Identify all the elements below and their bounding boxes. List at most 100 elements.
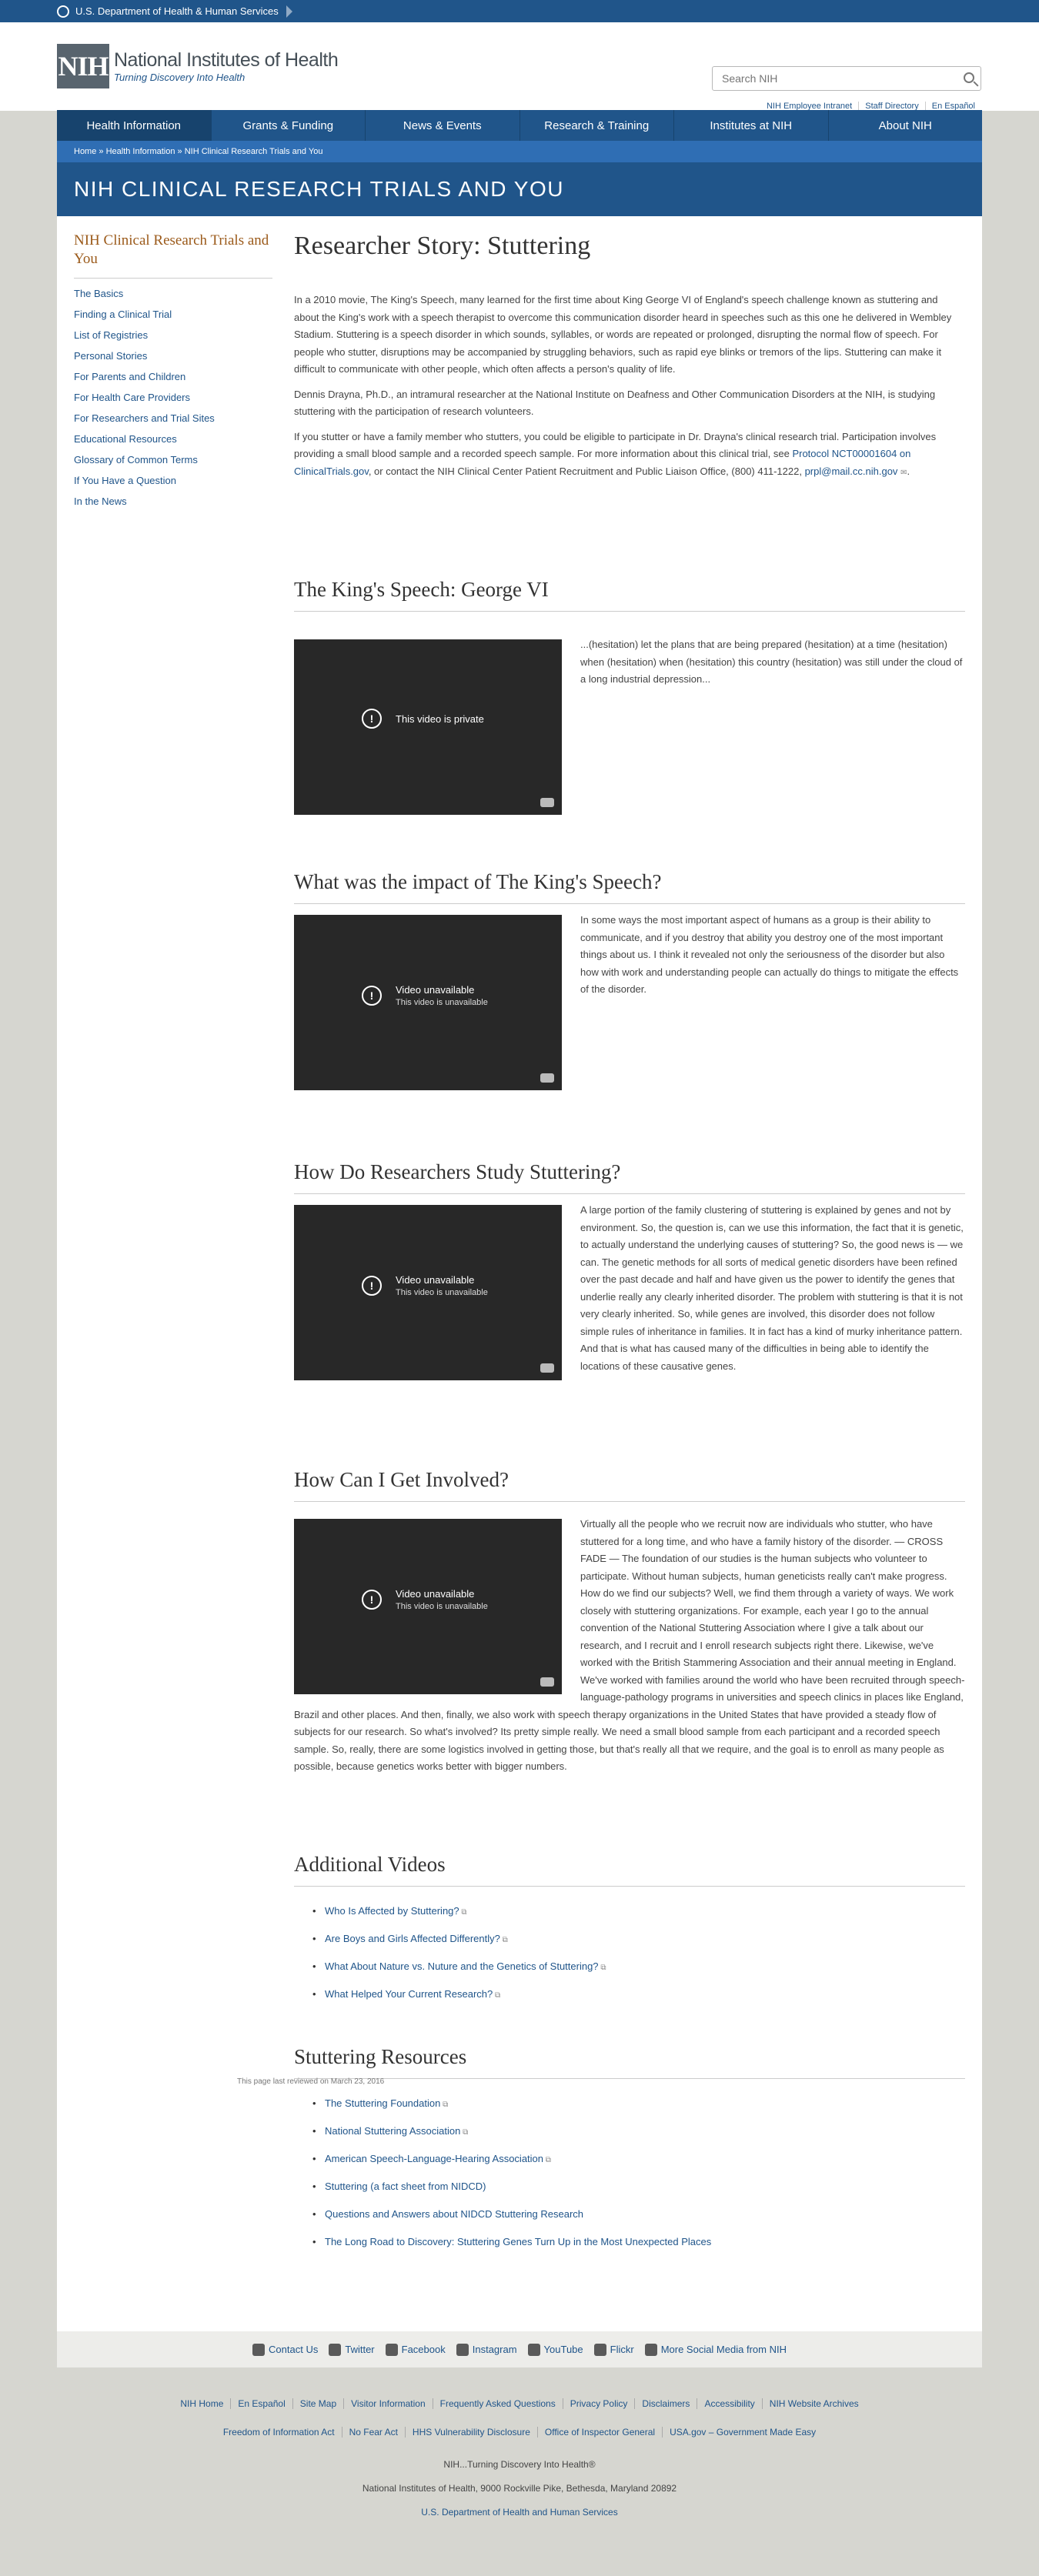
footer-link[interactable]: Site Map [292,2398,343,2409]
section-impact: What was the impact of The King's Speech… [294,870,965,1090]
social-contact[interactable]: Contact Us [252,2343,318,2356]
footer-address: National Institutes of Health, 9000 Rock… [362,2483,677,2494]
site-footer: NIH Home En Español Site Map Visitor Inf… [0,2367,1039,2576]
youtube-icon[interactable] [540,1073,554,1083]
nav-news-events[interactable]: News & Events [366,110,520,141]
nav-grants-funding[interactable]: Grants & Funding [212,110,366,141]
video-link[interactable]: Are Boys and Girls Affected Differently? [325,1933,500,1944]
external-link-icon: ⧉ [493,1991,501,2000]
footer-hhs: U.S. Department of Health and Human Serv… [0,2507,1039,2518]
list-item: What Helped Your Current Research? ⧉ [312,1988,965,2016]
resource-link[interactable]: Stuttering (a fact sheet from NIDCD) [325,2181,486,2192]
footer-link[interactable]: USA.gov – Government Made Easy [662,2427,823,2438]
alert-icon: ! [362,1276,382,1296]
youtube-icon[interactable] [540,798,554,807]
alert-icon: ! [362,986,382,1006]
sidebar-item-health-care-providers[interactable]: For Health Care Providers [74,392,272,403]
sidebar-item-question[interactable]: If You Have a Question [74,475,272,486]
video-status: Video unavailable [396,1588,475,1600]
youtube-icon[interactable] [540,1677,554,1687]
hhs-top-bar[interactable]: U.S. Department of Health & Human Servic… [0,0,1039,22]
external-link-icon: ⧉ [499,1936,508,1944]
video-link[interactable]: What About Nature vs. Nuture and the Gen… [325,1960,599,1972]
social-more[interactable]: More Social Media from NIH [644,2343,787,2356]
video-status: This video is private [396,712,484,725]
footer-link[interactable]: Frequently Asked Questions [432,2398,563,2409]
page-banner: NIH CLINICAL RESEARCH TRIALS AND YOU [57,162,982,216]
sidebar-item-glossary[interactable]: Glossary of Common Terms [74,454,272,465]
search-icon[interactable] [964,72,974,83]
sidebar-item-parents-children[interactable]: For Parents and Children [74,371,272,382]
resource-link[interactable]: Questions and Answers about NIDCD Stutte… [325,2208,583,2220]
nih-logo[interactable]: NIH National Institutes of Health Turnin… [57,44,339,88]
hhs-link[interactable]: U.S. Department of Health and Human Serv… [421,2507,617,2518]
breadcrumb-health-information[interactable]: Health Information [106,147,175,156]
search-input[interactable] [713,67,944,90]
site-header: NIH National Institutes of Health Turnin… [0,22,1039,111]
search-box [712,66,981,91]
video-player[interactable]: ! Video unavailable This video is unavai… [294,1519,562,1694]
footer-link[interactable]: Accessibility [697,2398,761,2409]
intro-paragraph-1: In a 2010 movie, The King's Speech, many… [294,294,952,375]
resource-link[interactable]: The Long Road to Discovery: Stuttering G… [325,2236,711,2247]
resource-link[interactable]: The Stuttering Foundation [325,2097,440,2109]
sidebar-item-news[interactable]: In the News [74,496,272,507]
nav-institutes[interactable]: Institutes at NIH [674,110,829,141]
footer-link[interactable]: Visitor Information [343,2398,433,2409]
instagram-icon [456,2343,469,2356]
content-area: NIH Clinical Research Trials and You The… [57,216,982,2331]
footer-link[interactable]: Privacy Policy [562,2398,635,2409]
resource-link[interactable]: American Speech-Language-Hearing Associa… [325,2153,543,2164]
social-flickr[interactable]: Flickr [593,2343,634,2356]
social-facebook[interactable]: Facebook [385,2343,446,2356]
sidebar-item-registries[interactable]: List of Registries [74,329,272,341]
footer-link[interactable]: Freedom of Information Act [216,2427,342,2438]
section-kings-speech: The King's Speech: George VI ! This vide… [294,578,965,815]
social-youtube[interactable]: YouTube [527,2343,583,2356]
footer-link[interactable]: HHS Vulnerability Disclosure [404,2427,537,2438]
video-link-list: Who Is Affected by Stuttering? ⧉ Are Boy… [312,1905,965,2016]
sidebar-title: NIH Clinical Research Trials and You [74,232,272,279]
breadcrumb-current: NIH Clinical Research Trials and You [184,147,323,156]
hhs-label: U.S. Department of Health & Human Servic… [75,5,279,17]
footer-link[interactable]: En Español [230,2398,292,2409]
video-link[interactable]: What Helped Your Current Research? [325,1988,493,2000]
social-instagram[interactable]: Instagram [456,2343,517,2356]
video-player[interactable]: ! Video unavailable This video is unavai… [294,915,562,1090]
list-item: Questions and Answers about NIDCD Stutte… [312,2208,965,2236]
footer-link[interactable]: NIH Website Archives [761,2398,866,2409]
sidebar-item-personal-stories[interactable]: Personal Stories [74,350,272,362]
list-item: The Long Road to Discovery: Stuttering G… [312,2236,965,2264]
social-media-icon [644,2343,657,2356]
video-player[interactable]: ! This video is private [294,639,562,815]
sidebar-item-basics[interactable]: The Basics [74,288,272,299]
footer-link[interactable]: No Fear Act [341,2427,405,2438]
nav-health-information[interactable]: Health Information [57,110,212,141]
additional-videos: Additional Videos Who Is Affected by Stu… [294,1853,965,2016]
video-link[interactable]: Who Is Affected by Stuttering? [325,1905,459,1917]
nav-about[interactable]: About NIH [829,110,983,141]
video-substatus: This video is unavailable [396,1602,488,1611]
nav-research-training[interactable]: Research & Training [520,110,674,141]
sidebar-item-educational-resources[interactable]: Educational Resources [74,433,272,445]
sidebar-item-finding-trial[interactable]: Finding a Clinical Trial [74,309,272,320]
footer-link[interactable]: Office of Inspector General [536,2427,662,2438]
video-player[interactable]: ! Video unavailable This video is unavai… [294,1205,562,1380]
resource-link[interactable]: National Stuttering Association [325,2125,460,2137]
email-link[interactable]: prpl@mail.cc.nih.gov [805,465,898,477]
chevron-right-icon [286,5,292,18]
social-twitter[interactable]: Twitter [329,2343,375,2356]
sidebar-item-researchers[interactable]: For Researchers and Trial Sites [74,412,272,424]
youtube-icon[interactable] [540,1363,554,1373]
video-status: Video unavailable [396,984,475,996]
main-nav: Health Information Grants & Funding News… [57,110,982,141]
logo-title: National Institutes of Health [114,49,339,71]
breadcrumb-home[interactable]: Home [74,147,96,156]
alert-icon: ! [362,1590,382,1610]
hhs-eagle-icon [57,5,69,18]
external-link-icon: ⧉ [598,1964,606,1972]
section-text: In some ways the most important aspect o… [580,914,959,995]
footer-link[interactable]: NIH Home [173,2398,230,2409]
footer-link[interactable]: Disclaimers [634,2398,697,2409]
logo-tagline: Turning Discovery Into Health [114,72,246,83]
